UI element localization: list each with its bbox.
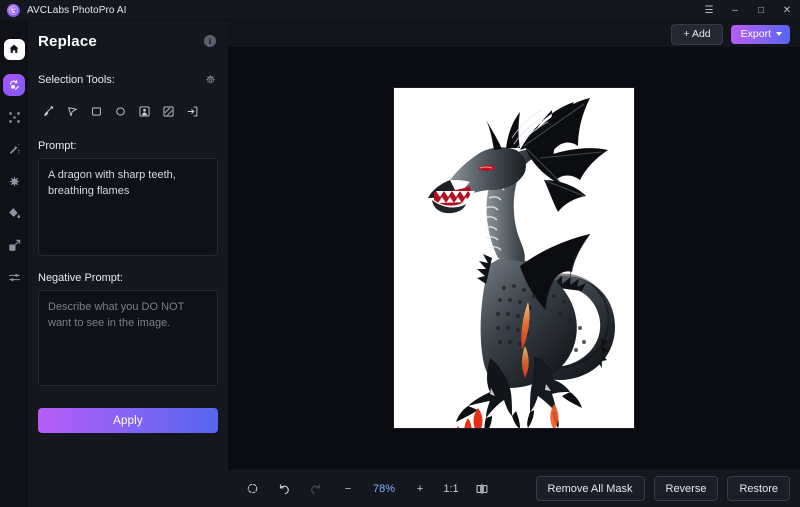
sidebar-item-replace[interactable] [0, 69, 28, 101]
remove-all-mask-button[interactable]: Remove All Mask [536, 476, 645, 501]
export-label: Export [741, 28, 771, 40]
negative-prompt-label: Negative Prompt: [28, 272, 228, 284]
upscale-expand-icon [3, 106, 25, 128]
tool-import-mask[interactable] [180, 100, 204, 122]
undo-icon[interactable] [268, 477, 300, 501]
paint-bucket-icon [3, 202, 25, 224]
close-icon[interactable]: ✕ [774, 0, 800, 20]
magic-wand-icon [3, 138, 25, 160]
prompt-label: Prompt: [28, 140, 228, 152]
window-controls: ☰ – □ ✕ [696, 0, 800, 20]
home-button[interactable] [0, 29, 28, 69]
redo-icon[interactable] [300, 477, 332, 501]
tool-brush[interactable] [36, 100, 60, 122]
selection-tools [28, 94, 228, 124]
sliders-adjust-icon [3, 266, 25, 288]
gear-icon[interactable] [205, 75, 216, 86]
zoom-level: 78% [364, 483, 404, 495]
image-canvas[interactable] [228, 47, 800, 469]
export-button[interactable]: Export [731, 25, 790, 44]
page-title: Replace [38, 33, 97, 50]
info-icon[interactable]: i [204, 35, 216, 47]
home-icon [4, 39, 25, 60]
tool-rectangle[interactable] [84, 100, 108, 122]
app-window: AVCLabs PhotoPro AI ☰ – □ ✕ [0, 0, 800, 507]
sidebar-item-retouch[interactable] [0, 165, 28, 197]
zoom-in-icon[interactable]: + [404, 477, 436, 501]
tool-background[interactable] [156, 100, 180, 122]
tool-rail [0, 21, 28, 507]
selection-tools-row: Selection Tools: [28, 66, 228, 94]
retouch-star-icon [3, 170, 25, 192]
avclabs-logo-icon [7, 4, 20, 17]
prompt-input[interactable] [38, 158, 218, 256]
bottom-toolbar: − 78% + 1:1 Remove All Mask Reverse [228, 469, 800, 507]
zoom-out-icon[interactable]: − [332, 477, 364, 501]
app-body: Replace i Selection Tools: [0, 21, 800, 507]
titlebar: AVCLabs PhotoPro AI ☰ – □ ✕ [0, 0, 800, 21]
add-image-button[interactable]: + Add [671, 24, 722, 45]
apply-row: Apply [28, 408, 228, 433]
tool-subject[interactable] [132, 100, 156, 122]
resize-arrow-icon [3, 234, 25, 256]
restore-button[interactable]: Restore [727, 476, 790, 501]
hamburger-menu-icon[interactable]: ☰ [696, 0, 722, 20]
sidebar-item-enhance[interactable] [0, 133, 28, 165]
maximize-icon[interactable]: □ [748, 0, 774, 20]
sidebar-item-resize[interactable] [0, 229, 28, 261]
app-title: AVCLabs PhotoPro AI [27, 5, 127, 16]
main-toolbar: + Add Export [228, 21, 800, 47]
split-compare-icon[interactable] [466, 477, 498, 501]
tool-lasso[interactable] [60, 100, 84, 122]
replace-panel: Replace i Selection Tools: [28, 21, 228, 507]
apply-button[interactable]: Apply [38, 408, 218, 433]
mask-actions: Remove All Mask Reverse Restore [536, 476, 790, 501]
replace-object-icon [3, 74, 25, 96]
zoom-controls: − 78% + 1:1 [236, 477, 498, 501]
minimize-icon[interactable]: – [722, 0, 748, 20]
sidebar-item-adjust[interactable] [0, 261, 28, 293]
selection-tools-label: Selection Tools: [38, 74, 115, 86]
panel-header: Replace i [28, 21, 228, 61]
main-area: + Add Export [228, 21, 800, 507]
chevron-down-icon [776, 32, 782, 36]
image-preview[interactable] [394, 88, 634, 428]
actual-size-button[interactable]: 1:1 [436, 483, 466, 495]
reset-icon[interactable] [236, 477, 268, 501]
tool-ellipse[interactable] [108, 100, 132, 122]
sidebar-item-upscale[interactable] [0, 101, 28, 133]
sidebar-item-colorize[interactable] [0, 197, 28, 229]
reverse-button[interactable]: Reverse [654, 476, 719, 501]
negative-prompt-input[interactable] [38, 290, 218, 386]
